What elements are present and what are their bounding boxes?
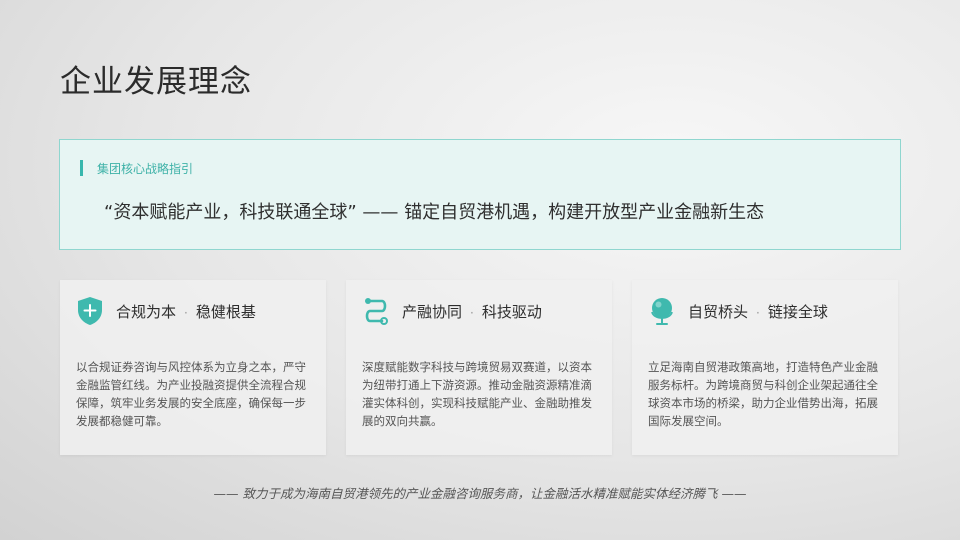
card-title-primary: 自贸桥头	[688, 302, 749, 321]
card-body: 以合规证券咨询与风控体系为立身之本，严守金融监管红线。为产业投融资提供全流程合规…	[76, 360, 306, 428]
card-synergy: 产融协同 · 科技驱动 深度赋能数字科技与跨境贸易双赛道，以资本为纽带打通上下游资源…	[346, 280, 612, 455]
banner-quote: “资本赋能产业，科技联通全球” —— 锚定自贸港机遇，构建开放型产业金融新生态	[104, 202, 765, 223]
card-title-secondary: 科技驱动	[481, 302, 542, 321]
card-title-secondary: 链接全球	[767, 302, 828, 321]
card-title: 合规为本 · 稳健根基	[116, 301, 256, 322]
card-title: 自贸桥头 · 链接全球	[688, 301, 828, 322]
card-title: 产融协同 · 科技驱动	[402, 301, 542, 322]
strategy-banner: 集团核心战略指引 “资本赋能产业，科技联通全球” —— 锚定自贸港机遇，构建开放…	[59, 139, 901, 250]
banner-accent-bar	[80, 160, 83, 176]
card-header: 合规为本 · 稳健根基	[76, 296, 256, 326]
title-separator: ·	[756, 305, 760, 320]
footer-tagline: —— 致力于成为海南自贸港领先的产业金融咨询服务商，让金融活水精准赋能实体经济腾…	[213, 486, 747, 501]
card-header: 产融协同 · 科技驱动	[362, 296, 542, 326]
title-separator: ·	[470, 305, 474, 320]
banner-tag-text: 集团核心战略指引	[97, 161, 194, 176]
page-title: 企业发展理念	[60, 64, 252, 100]
card-header: 自贸桥头 · 链接全球	[648, 296, 828, 326]
title-separator: ·	[184, 305, 188, 320]
banner-tag: 集团核心战略指引	[80, 160, 193, 176]
card-body: 立足海南自贸港政策高地，打造特色产业金融服务标杆。为跨境商贸与科创企业架起通往全…	[648, 360, 878, 428]
shield-plus-icon	[76, 296, 104, 326]
card-title-secondary: 稳健根基	[195, 302, 256, 321]
card-global: 自贸桥头 · 链接全球 立足海南自贸港政策高地，打造特色产业金融服务标杆。为跨境商贸…	[632, 280, 898, 455]
globe-icon	[648, 296, 676, 326]
card-compliance: 合规为本 · 稳健根基 以合规证券咨询与风控体系为立身之本，严守金融监管红线。为产业…	[60, 280, 326, 455]
card-title-primary: 合规为本	[116, 302, 177, 321]
route-icon	[362, 296, 390, 326]
card-body: 深度赋能数字科技与跨境贸易双赛道，以资本为纽带打通上下游资源。推动金融资源精准滴…	[362, 360, 592, 428]
card-title-primary: 产融协同	[402, 302, 463, 321]
